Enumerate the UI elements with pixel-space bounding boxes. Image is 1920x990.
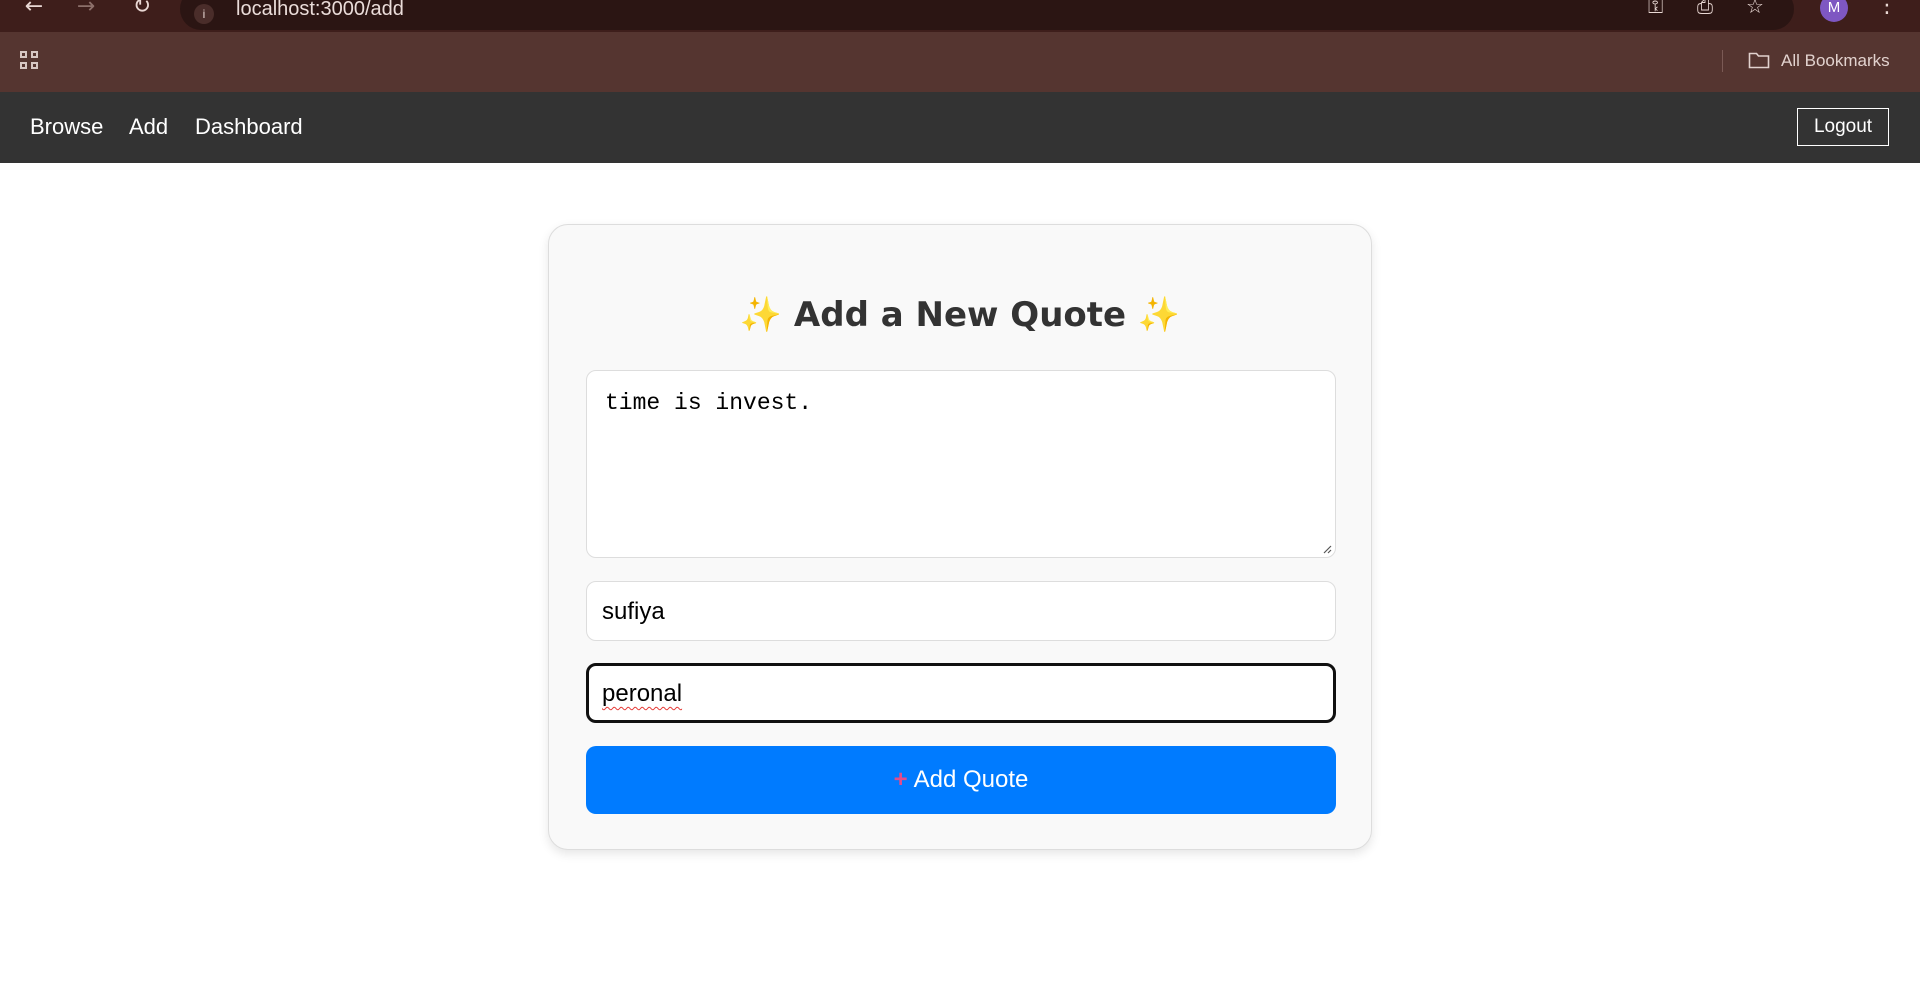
site-info-icon[interactable]: i bbox=[194, 4, 214, 24]
apps-grid-icon[interactable] bbox=[20, 51, 40, 71]
nav-link-add[interactable]: Add bbox=[129, 114, 168, 140]
folder-icon[interactable] bbox=[1748, 51, 1770, 69]
resize-grip-icon[interactable] bbox=[1322, 544, 1332, 554]
add-quote-label: Add Quote bbox=[913, 766, 1029, 793]
sparkles-icon: ✨ bbox=[739, 295, 783, 335]
author-input-value: sufiya bbox=[602, 598, 665, 625]
quote-textarea[interactable]: time is invest. bbox=[586, 370, 1336, 558]
plus-icon: + bbox=[893, 766, 908, 793]
install-app-icon[interactable]: ⎙ bbox=[1697, 0, 1713, 16]
browser-chrome: ← → ↻ i localhost:3000/add ⚿ ⎙ ☆ M ⋮ All… bbox=[0, 0, 1920, 92]
app-navbar: Browse Add Dashboard bbox=[0, 92, 1920, 163]
back-icon[interactable]: ← bbox=[20, 0, 48, 18]
reload-icon[interactable]: ↻ bbox=[128, 0, 156, 18]
nav-link-browse[interactable]: Browse bbox=[30, 114, 103, 140]
password-key-icon[interactable]: ⚿ bbox=[1648, 0, 1663, 16]
bookmark-star-icon[interactable]: ☆ bbox=[1746, 0, 1764, 16]
category-input[interactable]: peronal bbox=[586, 663, 1336, 723]
nav-link-dashboard[interactable]: Dashboard bbox=[195, 114, 303, 140]
logout-button[interactable]: Logout bbox=[1797, 108, 1889, 146]
page-title-text: Add a New Quote bbox=[793, 295, 1127, 335]
bookmarks-divider bbox=[1722, 50, 1723, 72]
author-input[interactable]: sufiya bbox=[586, 581, 1336, 641]
quote-textarea-value: time is invest. bbox=[605, 390, 813, 416]
profile-avatar[interactable]: M bbox=[1820, 0, 1848, 22]
add-quote-card: ✨ Add a New Quote ✨ time is invest. sufi… bbox=[548, 224, 1372, 850]
browser-menu-icon[interactable]: ⋮ bbox=[1876, 0, 1898, 16]
all-bookmarks-label[interactable]: All Bookmarks bbox=[1781, 50, 1890, 72]
page-title: ✨ Add a New Quote ✨ bbox=[549, 295, 1371, 335]
add-quote-button[interactable]: + Add Quote bbox=[586, 746, 1336, 814]
browser-toolbar: ← → ↻ i localhost:3000/add ⚿ ⎙ ☆ M ⋮ bbox=[0, 0, 1920, 32]
category-input-value: peronal bbox=[602, 680, 683, 707]
address-bar[interactable]: i localhost:3000/add ⚿ ⎙ ☆ bbox=[180, 0, 1794, 30]
sparkles-icon: ✨ bbox=[1137, 295, 1181, 335]
forward-icon[interactable]: → bbox=[72, 0, 100, 18]
address-url[interactable]: localhost:3000/add bbox=[236, 0, 404, 20]
